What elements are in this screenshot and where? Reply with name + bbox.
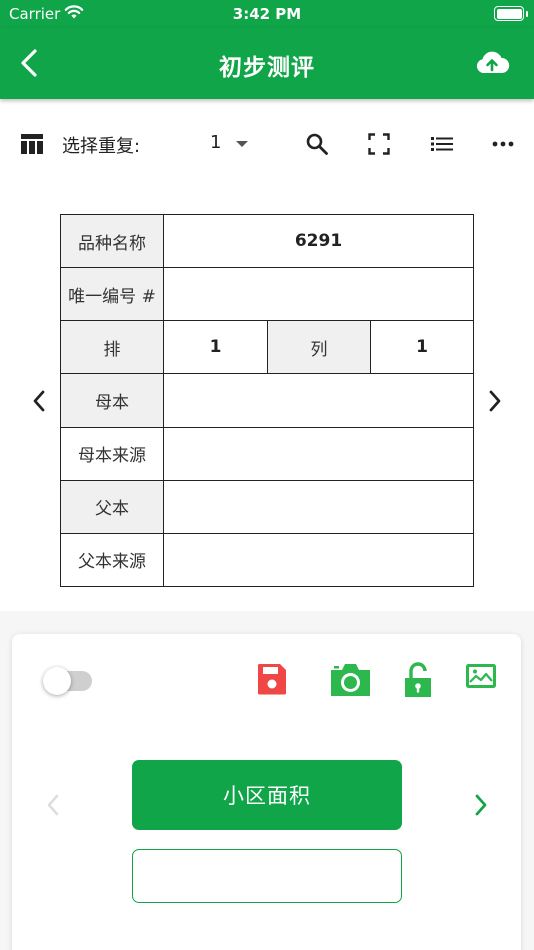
camera-icon[interactable]: [329, 662, 372, 698]
repeat-dropdown[interactable]: 1: [210, 132, 221, 153]
repeat-label: 选择重复:: [62, 136, 141, 157]
table-row: 父本: [60, 479, 474, 534]
mother-value: [163, 373, 474, 428]
table-row: 唯一编号 #: [60, 267, 474, 322]
search-icon[interactable]: [305, 132, 329, 156]
uid-value: [163, 267, 474, 322]
next-trait-icon[interactable]: [473, 793, 489, 817]
table-icon[interactable]: [20, 132, 44, 156]
father-label: 父本: [60, 479, 164, 534]
battery-icon: [494, 6, 524, 21]
status-bar: Carrier 3:42 PM: [0, 0, 534, 28]
row-value: 1: [163, 320, 268, 375]
page-title: 初步测评: [219, 55, 315, 81]
mother-source-label: 母本来源: [60, 426, 164, 481]
table-row: 母本来源: [60, 426, 474, 481]
toggle-knob[interactable]: [43, 667, 71, 695]
next-plot-icon[interactable]: [486, 388, 504, 414]
variety-label: 品种名称: [60, 213, 164, 269]
trait-value-input[interactable]: [132, 849, 402, 903]
table-row: 排 1 列 1: [60, 320, 474, 375]
unlock-icon[interactable]: [403, 662, 433, 698]
column-value: 1: [370, 320, 474, 375]
prev-trait-icon[interactable]: [45, 793, 61, 817]
father-value: [163, 479, 474, 534]
list-icon[interactable]: [430, 132, 454, 156]
save-icon[interactable]: [256, 662, 288, 696]
mother-label: 母本: [60, 373, 164, 428]
toolbar: 选择重复: 1: [0, 118, 534, 170]
nav-bar: 初步测评: [0, 28, 534, 99]
image-icon[interactable]: [465, 662, 497, 690]
plot-info-table: 品种名称 6291 唯一编号 # 排 1 列 1 母本 母本来源 父本 父本来源: [60, 213, 474, 588]
father-source-value: [163, 532, 474, 588]
uid-label: 唯一编号 #: [60, 267, 164, 322]
table-row: 父本来源: [60, 532, 474, 588]
row-label: 排: [60, 320, 164, 375]
prev-plot-icon[interactable]: [30, 388, 48, 414]
father-source-label: 父本来源: [60, 532, 164, 588]
clock: 3:42 PM: [232, 5, 302, 23]
table-row: 母本: [60, 373, 474, 428]
trait-name-button[interactable]: 小区面积: [132, 760, 402, 830]
fullscreen-icon[interactable]: [368, 132, 390, 156]
toggle-switch[interactable]: [43, 667, 92, 695]
variety-value: 6291: [163, 213, 474, 269]
table-row: 品种名称 6291: [60, 213, 474, 269]
battery-tip: [526, 11, 528, 17]
mother-source-value: [163, 426, 474, 481]
caret-down-icon[interactable]: [236, 141, 248, 147]
cloud-upload-icon[interactable]: [474, 48, 510, 78]
column-label: 列: [267, 320, 371, 375]
more-icon[interactable]: [492, 132, 514, 156]
